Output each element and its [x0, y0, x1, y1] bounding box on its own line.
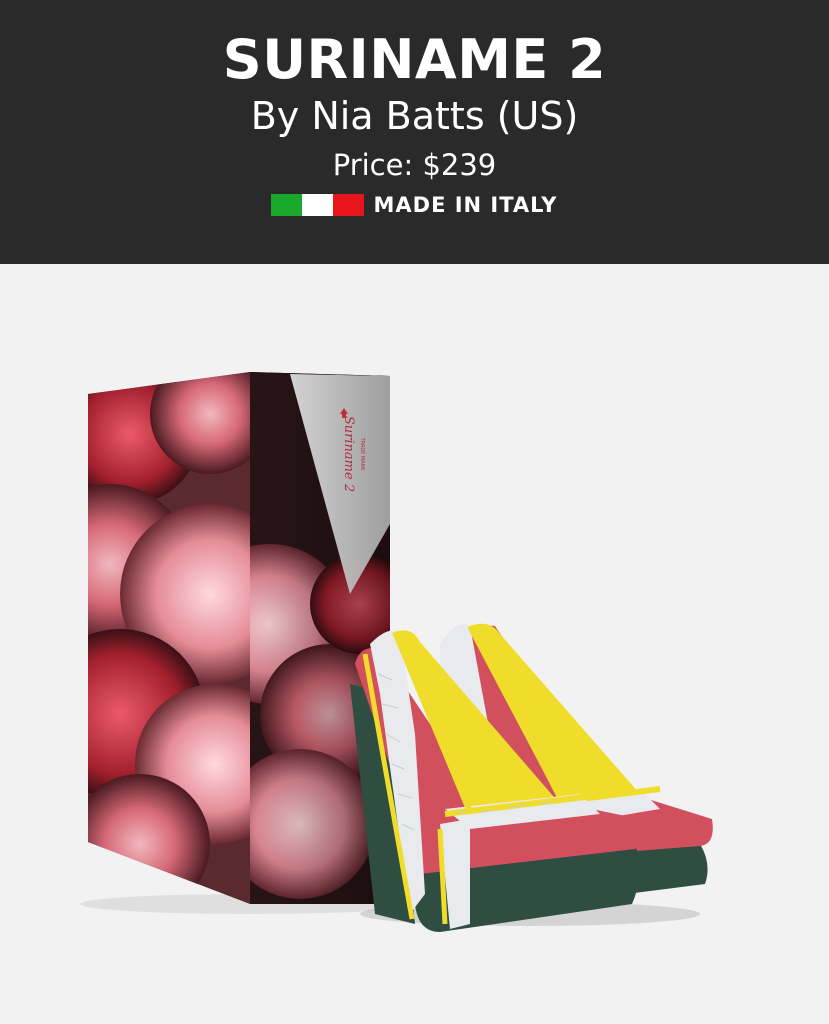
product-price: Price: $239 [332, 148, 497, 182]
product-header: SURINAME 2 By Nia Batts (US) Price: $239… [0, 0, 829, 264]
shoe-and-box-illustration: Suriname 2 TRADE MARK [80, 372, 713, 932]
designer-byline: By Nia Batts (US) [250, 94, 579, 138]
italy-flag-icon [271, 194, 364, 216]
made-in-badge: MADE IN ITALY [0, 190, 829, 220]
box-label-name: Suriname 2 [341, 416, 356, 492]
product-title: SURINAME 2 [222, 28, 607, 91]
shoe-box: Suriname 2 TRADE MARK [88, 372, 390, 904]
product-image: Suriname 2 TRADE MARK [0, 264, 829, 1024]
made-in-label: MADE IN ITALY [373, 193, 558, 217]
box-label-sub: TRADE MARK [359, 437, 365, 472]
